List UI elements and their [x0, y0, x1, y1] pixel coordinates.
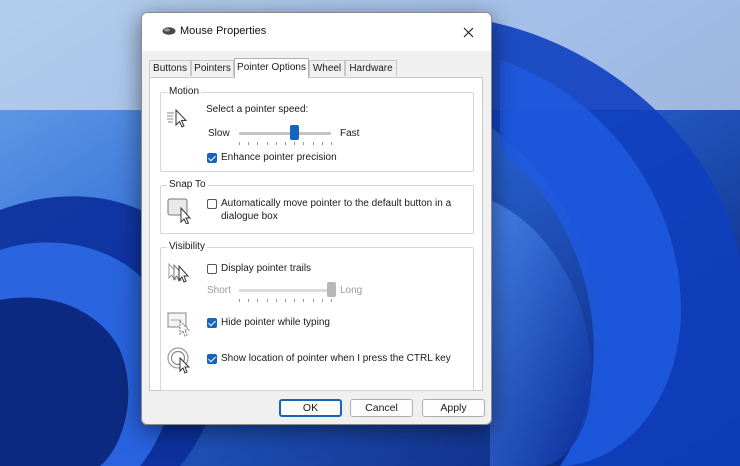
speed-slider-thumb[interactable]: [289, 125, 299, 140]
slider-tick: [294, 142, 296, 145]
pointer-snap-icon: [167, 198, 192, 224]
slider-tick: [285, 142, 286, 145]
slider-tick: [331, 299, 332, 302]
enhance-precision-label[interactable]: Enhance pointer precision: [221, 152, 337, 163]
slider-tick: [266, 142, 268, 145]
trails-slider-track[interactable]: [239, 289, 331, 292]
pointer-trails-label[interactable]: Display pointer trails: [221, 263, 311, 274]
cancel-button[interactable]: Cancel: [350, 399, 413, 417]
pointer-trails-checkbox[interactable]: [207, 264, 217, 274]
slider-tick: [312, 142, 314, 145]
fast-label: Fast: [340, 128, 360, 139]
mouse-properties-dialog: Mouse Properties Buttons Pointers Pointe…: [141, 12, 492, 425]
tab-hardware[interactable]: Hardware: [345, 60, 397, 76]
speed-slider-track[interactable]: [239, 132, 331, 135]
slider-tick: [285, 299, 286, 302]
trails-slider-ticks: [239, 299, 332, 303]
slider-tick: [294, 299, 296, 302]
show-location-checkbox[interactable]: [207, 354, 217, 364]
speed-label: Select a pointer speed:: [206, 104, 309, 115]
hide-pointer-checkbox[interactable]: [207, 318, 217, 328]
slider-tick: [257, 142, 259, 145]
show-location-label[interactable]: Show location of pointer when I press th…: [221, 353, 451, 364]
motion-group-label: Motion: [167, 86, 202, 97]
slider-tick: [266, 299, 268, 302]
speed-slider-ticks: [239, 142, 332, 146]
slider-tick: [248, 142, 250, 145]
motion-group: Motion Select a pointer speed: Slow Fast…: [160, 86, 474, 172]
title-bar: Mouse Properties: [142, 13, 491, 51]
apply-button[interactable]: Apply: [422, 399, 485, 417]
close-icon: [463, 27, 473, 37]
hide-pointer-label[interactable]: Hide pointer while typing: [221, 317, 330, 328]
slider-tick: [303, 142, 305, 145]
close-button[interactable]: [445, 13, 491, 51]
pointer-locate-icon: [167, 347, 191, 374]
long-label: Long: [340, 285, 363, 296]
visibility-group: Visibility Display pointer trails Short …: [160, 241, 474, 391]
mouse-icon: [162, 27, 176, 35]
slider-tick: [303, 299, 305, 302]
tab-pointers[interactable]: Pointers: [191, 60, 234, 76]
tab-panel: Motion Select a pointer speed: Slow Fast…: [149, 77, 483, 391]
visibility-group-label: Visibility: [167, 241, 207, 252]
window-title: Mouse Properties: [180, 25, 267, 37]
tab-pointer-options[interactable]: Pointer Options: [234, 58, 309, 78]
trails-slider-thumb[interactable]: [326, 282, 336, 297]
snap-to-group-label: Snap To: [167, 179, 208, 190]
slider-tick: [321, 299, 323, 302]
pointer-trails-icon: [168, 262, 190, 283]
ok-button[interactable]: OK: [279, 399, 342, 417]
slider-tick: [248, 299, 250, 302]
slider-tick: [275, 142, 277, 145]
snap-to-checkbox[interactable]: [207, 199, 217, 209]
tab-strip: Buttons Pointers Pointer Options Wheel H…: [149, 58, 484, 78]
slider-tick: [275, 299, 277, 302]
snap-to-group: Snap To Automatically move pointer to th…: [160, 179, 474, 234]
slider-tick: [239, 142, 240, 145]
slider-tick: [321, 142, 323, 145]
snap-to-label-line2[interactable]: dialogue box: [221, 211, 278, 222]
slider-tick: [257, 299, 259, 302]
tab-wheel[interactable]: Wheel: [309, 60, 345, 76]
tab-buttons[interactable]: Buttons: [149, 60, 191, 76]
short-label: Short: [207, 285, 231, 296]
pointer-hide-icon: [167, 312, 191, 337]
enhance-precision-checkbox[interactable]: [207, 153, 217, 163]
snap-to-label-line1[interactable]: Automatically move pointer to the defaul…: [221, 198, 451, 209]
pointer-motion-icon: [167, 108, 188, 128]
slow-label: Slow: [208, 128, 230, 139]
slider-tick: [312, 299, 314, 302]
slider-tick: [331, 142, 332, 145]
slider-tick: [239, 299, 240, 302]
